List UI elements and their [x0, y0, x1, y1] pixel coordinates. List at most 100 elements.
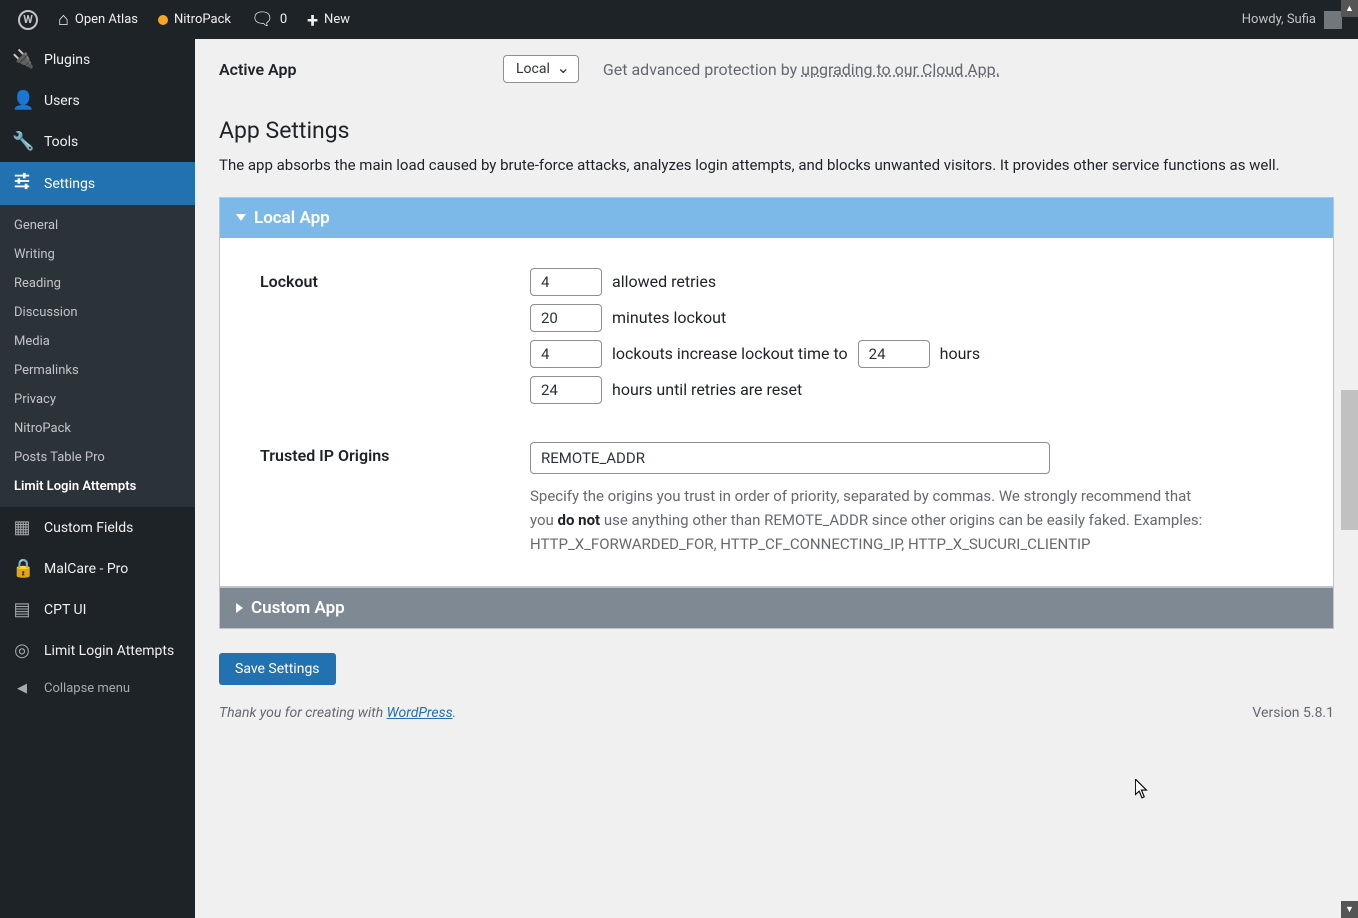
- increase-text-1: lockouts increase lockout time to: [612, 344, 848, 363]
- new-content-link[interactable]: + New: [297, 0, 360, 39]
- sidebar-label: Custom Fields: [44, 520, 133, 536]
- comment-count: 0: [280, 12, 287, 27]
- chevron-down-icon: [236, 214, 246, 221]
- comments-link[interactable]: 🗨 0: [241, 0, 297, 39]
- avatar-icon: [1324, 11, 1342, 29]
- sidebar-item-plugins[interactable]: 🔌 Plugins: [0, 39, 195, 80]
- period: .: [453, 705, 457, 721]
- sub-privacy[interactable]: Privacy: [0, 385, 195, 414]
- sub-permalinks[interactable]: Permalinks: [0, 356, 195, 385]
- reset-hours-input[interactable]: [530, 376, 602, 404]
- sidebar-label: Plugins: [44, 52, 90, 68]
- collapse-label: Collapse menu: [44, 681, 130, 696]
- protection-text: Get advanced protection by upgrading to …: [603, 60, 1000, 79]
- help-part2: use anything other than REMOTE_ADDR sinc…: [530, 511, 1202, 553]
- wrench-icon: 🔧: [12, 131, 32, 152]
- trusted-ip-input[interactable]: [530, 442, 1050, 474]
- howdy-text: Howdy, Sufia: [1242, 12, 1316, 27]
- new-label: New: [324, 12, 350, 27]
- custom-app-panel-header[interactable]: Custom App: [220, 588, 1333, 628]
- scrollbar-thumb[interactable]: [1341, 390, 1358, 530]
- target-icon: ◎: [12, 640, 32, 661]
- panel-title: Local App: [254, 208, 330, 228]
- sidebar-item-settings[interactable]: Settings: [0, 162, 195, 205]
- sidebar-label: Limit Login Attempts: [44, 643, 174, 659]
- page-description: The app absorbs the main load caused by …: [219, 154, 1334, 177]
- trusted-ip-label: Trusted IP Origins: [260, 442, 530, 465]
- sub-reading[interactable]: Reading: [0, 269, 195, 298]
- user-icon: 👤: [12, 90, 32, 111]
- grid-icon: ▦: [12, 517, 32, 538]
- sidebar-item-cpt-ui[interactable]: ▤ CPT UI: [0, 589, 195, 630]
- local-app-panel-header[interactable]: Local App: [220, 198, 1333, 238]
- trusted-ip-help: Specify the origins you trust in order o…: [530, 484, 1210, 556]
- sidebar-item-users[interactable]: 👤 Users: [0, 80, 195, 121]
- reset-text: hours until retries are reset: [612, 380, 802, 399]
- comment-icon: 🗨: [251, 9, 274, 30]
- admin-sidebar: 🔌 Plugins 👤 Users 🔧 Tools Settings Gener…: [0, 39, 195, 918]
- layout-icon: ▤: [12, 599, 32, 620]
- allowed-retries-input[interactable]: [530, 268, 602, 296]
- sidebar-label: MalCare - Pro: [44, 561, 128, 577]
- main-content: Active App Local Get advanced protection…: [195, 39, 1358, 918]
- sliders-icon: [12, 172, 32, 195]
- minutes-lockout-input[interactable]: [530, 304, 602, 332]
- plus-icon: +: [307, 8, 318, 32]
- active-app-label: Active App: [219, 60, 479, 79]
- select-value: Local: [516, 61, 550, 77]
- sidebar-item-tools[interactable]: 🔧 Tools: [0, 121, 195, 162]
- help-bold: do not: [558, 511, 601, 529]
- wordpress-logo-icon: W: [18, 10, 38, 30]
- save-settings-button[interactable]: Save Settings: [219, 653, 336, 685]
- lockouts-count-input[interactable]: [530, 340, 602, 368]
- nitropack-link[interactable]: NitroPack: [148, 0, 241, 39]
- thanks-text: Thank you for creating with: [219, 705, 387, 721]
- sidebar-label: Settings: [44, 176, 95, 192]
- sub-media[interactable]: Media: [0, 327, 195, 356]
- protection-prefix: Get advanced protection by: [603, 60, 801, 79]
- settings-submenu: General Writing Reading Discussion Media…: [0, 205, 195, 507]
- scroll-down-arrow[interactable]: ▼: [1341, 901, 1358, 918]
- wordpress-link[interactable]: WordPress: [387, 705, 453, 721]
- sub-limit-login-attempts[interactable]: Limit Login Attempts: [0, 472, 195, 501]
- sidebar-item-limit-login[interactable]: ◎ Limit Login Attempts: [0, 630, 195, 671]
- lock-icon: 🔒: [12, 558, 32, 579]
- page-heading: App Settings: [219, 117, 1334, 144]
- sub-discussion[interactable]: Discussion: [0, 298, 195, 327]
- sub-posts-table-pro[interactable]: Posts Table Pro: [0, 443, 195, 472]
- panel-title: Custom App: [251, 598, 345, 618]
- plugin-icon: 🔌: [12, 49, 32, 70]
- nitropack-label: NitroPack: [174, 12, 231, 27]
- cursor-icon: [1135, 779, 1149, 799]
- increase-text-2: hours: [940, 344, 980, 363]
- sidebar-label: CPT UI: [44, 602, 86, 618]
- wp-logo-menu[interactable]: W: [8, 0, 48, 39]
- status-dot-icon: [158, 15, 168, 25]
- custom-app-panel: Custom App: [219, 587, 1334, 629]
- footer-thanks: Thank you for creating with WordPress.: [219, 705, 456, 721]
- sidebar-item-malcare[interactable]: 🔒 MalCare - Pro: [0, 548, 195, 589]
- sidebar-label: Tools: [44, 134, 78, 150]
- user-menu[interactable]: Howdy, Sufia: [1242, 11, 1350, 29]
- version-text: Version 5.8.1: [1252, 705, 1334, 721]
- minutes-text: minutes lockout: [612, 308, 726, 327]
- lockout-label: Lockout: [260, 268, 530, 291]
- sidebar-item-custom-fields[interactable]: ▦ Custom Fields: [0, 507, 195, 548]
- active-app-select[interactable]: Local: [503, 55, 579, 83]
- sub-general[interactable]: General: [0, 211, 195, 240]
- upgrade-link[interactable]: upgrading to our Cloud App.: [801, 60, 1000, 79]
- site-name: Open Atlas: [75, 12, 138, 27]
- home-icon: ⌂: [58, 9, 69, 30]
- lockout-hours-input[interactable]: [858, 340, 930, 368]
- site-name-link[interactable]: ⌂ Open Atlas: [48, 0, 148, 39]
- sub-writing[interactable]: Writing: [0, 240, 195, 269]
- chevron-left-icon: ◀: [12, 681, 32, 696]
- local-app-panel: Local App Lockout allowed retries minute…: [219, 197, 1334, 587]
- scroll-up-arrow[interactable]: ▲: [1341, 0, 1358, 17]
- sidebar-label: Users: [44, 93, 80, 109]
- admin-bar: W ⌂ Open Atlas NitroPack 🗨 0 + New Howdy…: [0, 0, 1358, 39]
- collapse-menu-button[interactable]: ◀ Collapse menu: [0, 671, 195, 706]
- sub-nitropack[interactable]: NitroPack: [0, 414, 195, 443]
- chevron-right-icon: [236, 603, 243, 613]
- retries-text: allowed retries: [612, 272, 716, 291]
